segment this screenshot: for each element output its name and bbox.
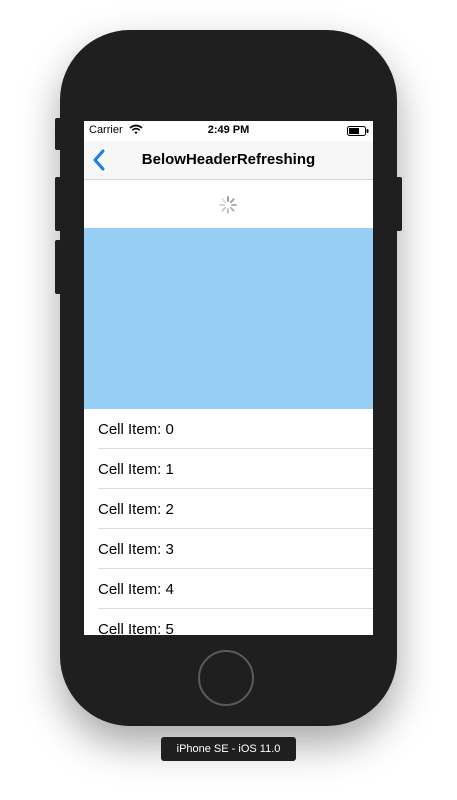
cell-label: Cell Item: 4: [98, 581, 174, 598]
simulator-device-label: iPhone SE - iOS 11.0: [161, 737, 296, 761]
status-bar: Carrier 2:49 PM: [84, 121, 373, 141]
table-row[interactable]: Cell Item: 5: [84, 609, 373, 635]
page-title: BelowHeaderRefreshing: [141, 151, 316, 168]
cell-label: Cell Item: 0: [98, 421, 174, 438]
table-row[interactable]: Cell Item: 2: [84, 489, 373, 529]
device-screen: Carrier 2:49 PM BelowHeaderRefreshing Ce…: [84, 121, 373, 635]
home-button[interactable]: [198, 650, 254, 706]
status-time: 2:49 PM: [207, 124, 250, 136]
power-button: [396, 177, 402, 231]
cell-label: Cell Item: 5: [98, 621, 174, 635]
battery-icon: [347, 126, 369, 136]
table-row[interactable]: Cell Item: 4: [84, 569, 373, 609]
navigation-bar: BelowHeaderRefreshing: [84, 141, 373, 180]
table-row[interactable]: Cell Item: 0: [84, 409, 373, 449]
volume-down-button: [55, 240, 61, 294]
mute-switch: [55, 118, 61, 150]
cell-label: Cell Item: 2: [98, 501, 174, 518]
table-header-view: [84, 228, 373, 409]
table-row[interactable]: Cell Item: 3: [84, 529, 373, 569]
cell-label: Cell Item: 1: [98, 461, 174, 478]
activity-spinner-icon: [218, 195, 238, 215]
table-view: Cell Item: 0 Cell Item: 1 Cell Item: 2 C…: [84, 409, 373, 635]
volume-up-button: [55, 177, 61, 231]
table-row[interactable]: Cell Item: 1: [84, 449, 373, 489]
cell-label: Cell Item: 3: [98, 541, 174, 558]
pull-refresh-area: [84, 180, 373, 228]
